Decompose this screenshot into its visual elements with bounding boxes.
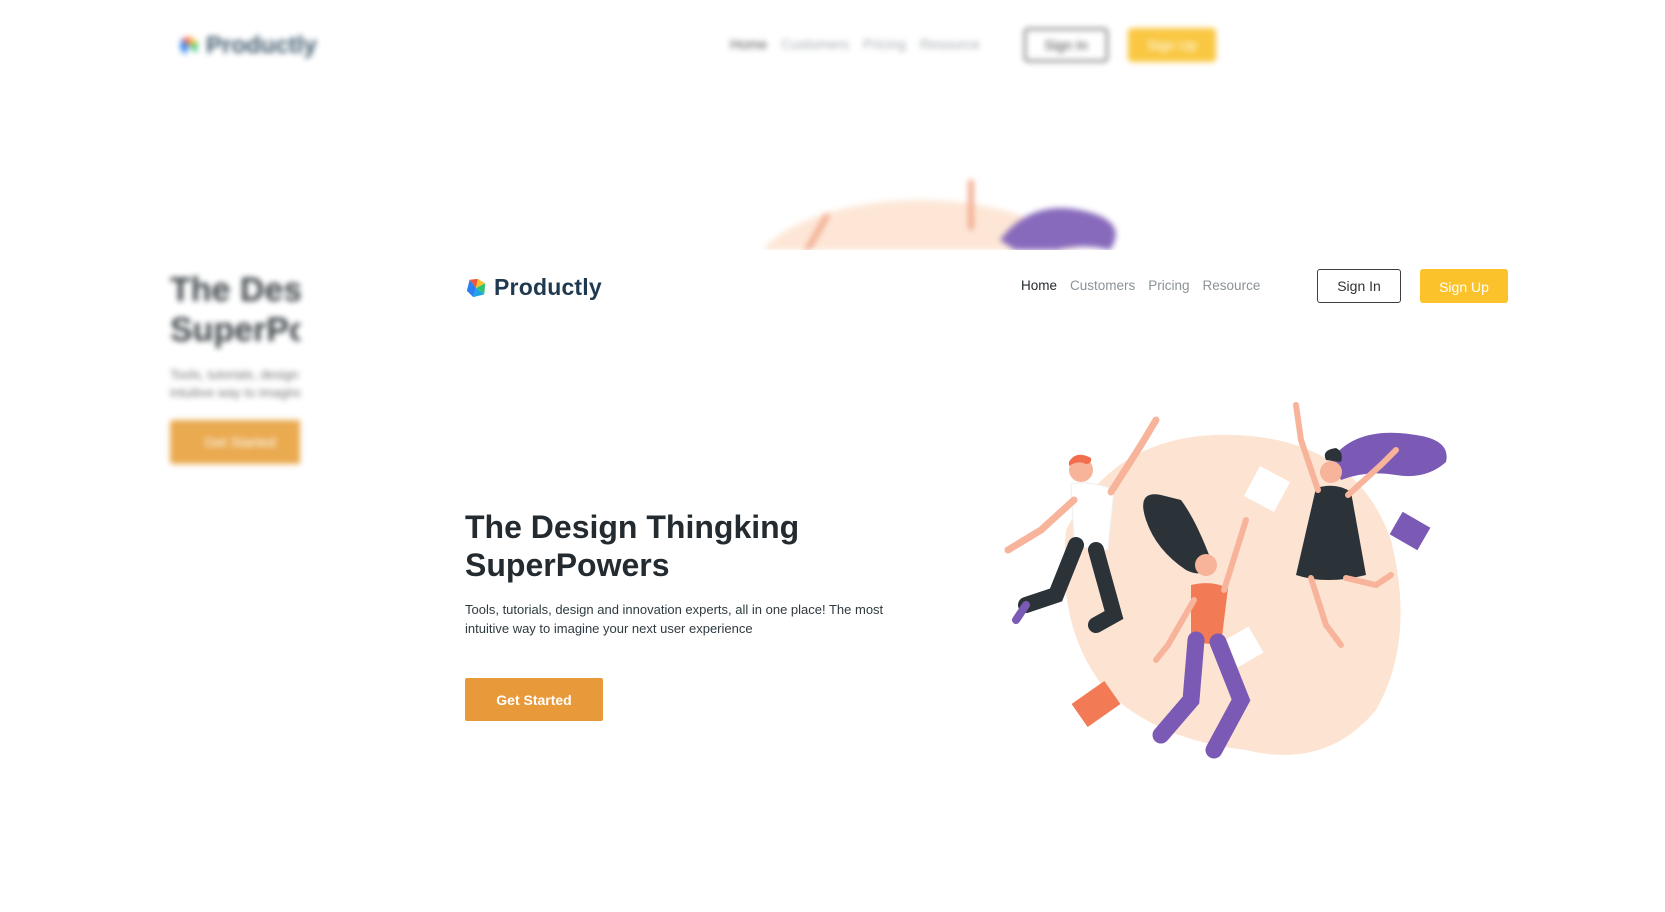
bg-cta: Get Started: [170, 420, 300, 464]
hero-title-line: SuperPowers: [465, 547, 670, 583]
nav-item-pricing[interactable]: Pricing: [1148, 278, 1189, 293]
hero-subtitle: Tools, tutorials, design and innovation …: [465, 600, 935, 638]
bg-logo: Productly: [178, 32, 317, 60]
landing-page: Productly Home Customers Pricing Resourc…: [451, 250, 1665, 912]
nav-item-home[interactable]: Home: [1021, 278, 1057, 293]
brand-name: Productly: [494, 274, 602, 300]
main-nav: Home Customers Pricing Resource: [1021, 278, 1260, 293]
purple-book-icon: [1389, 511, 1431, 551]
get-started-button[interactable]: Get Started: [465, 678, 603, 721]
hero-subtitle-line: Tools, tutorials, design and innovation …: [465, 602, 884, 617]
hero-title: The Design Thingking SuperPowers: [465, 508, 945, 584]
hero-title-line: The Design Thingking: [465, 509, 800, 545]
logo[interactable]: Productly: [465, 274, 602, 301]
bg-title-line: The Design Thingking: [170, 271, 300, 309]
bg-logo-icon: [179, 36, 199, 56]
nav-item-resource[interactable]: Resource: [1203, 278, 1261, 293]
bg-hero-title: The Design Thingking SuperPowers: [170, 270, 300, 350]
productly-logo-icon: [466, 278, 486, 297]
bg-nav-item: Customers: [781, 36, 850, 52]
bg-hero-subtitle: Tools, tutorials, design and innovation …: [170, 366, 300, 402]
bg-signup: Sign Up: [1128, 28, 1216, 62]
bg-hero: The Design Thingking SuperPowers Tools, …: [170, 270, 300, 490]
bg-brand-name: Productly: [206, 32, 317, 59]
bg-signin: Sign In: [1024, 28, 1108, 62]
bg-nav-item: Pricing: [863, 36, 906, 52]
nav-item-customers[interactable]: Customers: [1070, 278, 1135, 293]
sign-up-button[interactable]: Sign Up: [1420, 269, 1508, 303]
bg-title-line: SuperPowers: [170, 311, 300, 349]
sign-in-button[interactable]: Sign In: [1317, 269, 1401, 303]
bg-illustration: [730, 180, 1210, 250]
hero-subtitle-line: intuitive way to imagine your next user …: [465, 621, 753, 636]
bg-sub-line: Tools, tutorials, design and innovation …: [170, 367, 300, 382]
bg-nav-item: Resource: [919, 36, 980, 52]
bg-nav-item: Home: [730, 36, 768, 52]
bg-nav: Home Customers Pricing Resource: [730, 36, 980, 52]
bg-sub-line: intuitive way to imagine your next user …: [170, 385, 300, 400]
hero-illustration: [1004, 402, 1447, 759]
